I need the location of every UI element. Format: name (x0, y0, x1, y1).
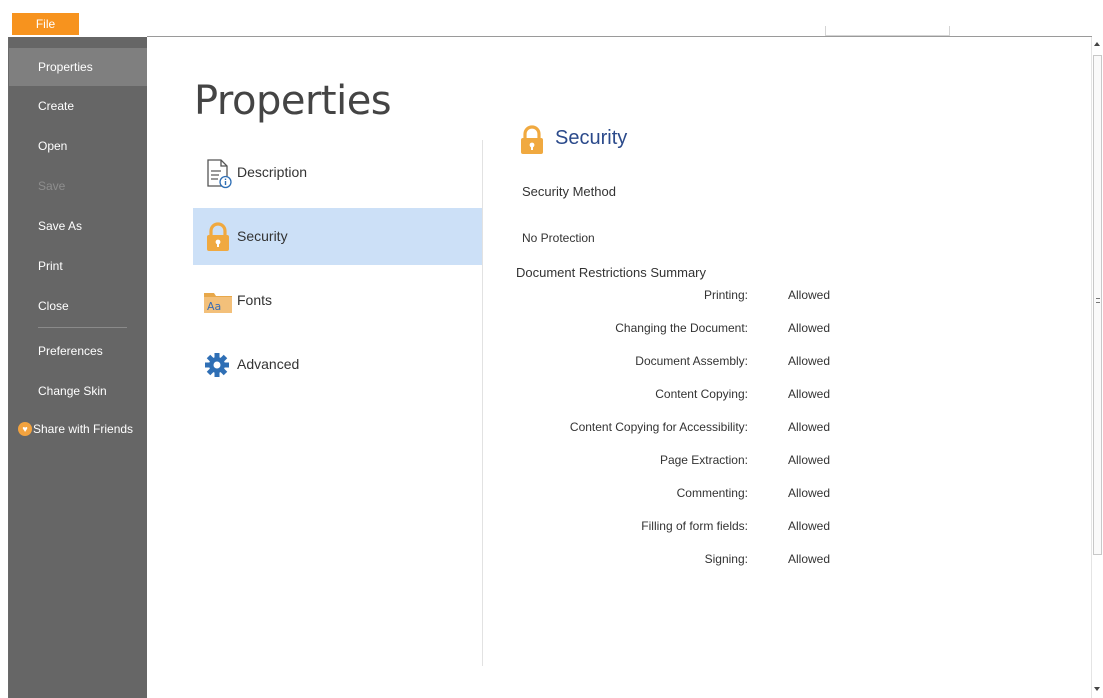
restriction-row: Page Extraction: Allowed (520, 453, 860, 471)
category-label: Advanced (237, 356, 300, 372)
scroll-up-arrow-icon[interactable] (1094, 42, 1100, 46)
restriction-name: Changing the Document: (615, 321, 748, 335)
restriction-name: Content Copying: (655, 387, 748, 401)
page-title: Properties (194, 78, 392, 124)
restriction-value: Allowed (788, 420, 831, 434)
restriction-row: Commenting: Allowed (520, 486, 860, 504)
sidebar-item-close[interactable]: Close (9, 287, 147, 325)
sidebar-item-print[interactable]: Print (9, 247, 147, 285)
category-label: Fonts (237, 292, 273, 308)
sidebar-separator (38, 327, 127, 328)
category-security[interactable]: Security (193, 208, 482, 265)
sidebar-item-change-skin[interactable]: Change Skin (9, 372, 147, 410)
category-label: Description (237, 164, 308, 180)
restriction-value: Allowed (788, 453, 831, 467)
top-search-field[interactable] (825, 26, 950, 36)
restriction-name: Signing: (704, 552, 748, 566)
category-label: Security (237, 228, 288, 244)
restriction-value: Allowed (788, 486, 831, 500)
restriction-name: Document Assembly: (635, 354, 748, 368)
top-divider (147, 36, 1092, 37)
file-tab[interactable]: File (12, 13, 79, 35)
restriction-value: Allowed (788, 321, 831, 335)
category-advanced[interactable]: Advanced (193, 336, 482, 393)
security-method-value: No Protection (522, 231, 595, 245)
heart-icon: ♥ (18, 422, 32, 436)
scrollbar-thumb[interactable] (1093, 55, 1102, 555)
restriction-name: Content Copying for Accessibility: (569, 420, 748, 434)
sidebar-item-create[interactable]: Create (9, 87, 147, 125)
restriction-value: Allowed (788, 288, 831, 302)
restriction-row: Document Assembly: Allowed (520, 354, 860, 372)
lock-icon (521, 125, 543, 154)
scroll-down-arrow-icon[interactable] (1094, 687, 1100, 691)
restriction-row: Content Copying: Allowed (520, 387, 860, 405)
svg-text:Aa: Aa (207, 300, 221, 313)
restriction-row: Changing the Document: Allowed (520, 321, 860, 339)
restriction-value: Allowed (788, 519, 831, 533)
lock-icon (207, 222, 229, 251)
gear-icon (205, 353, 229, 377)
category-fonts[interactable]: Aa Fonts (193, 272, 482, 329)
sidebar-item-open[interactable]: Open (9, 127, 147, 165)
sidebar-item-save-as[interactable]: Save As (9, 207, 147, 245)
restrictions-title: Document Restrictions Summary (516, 265, 706, 280)
restriction-name: Commenting: (676, 486, 748, 500)
scrollbar-grip-icon (1096, 298, 1100, 303)
restriction-name: Filling of form fields: (641, 519, 748, 533)
sidebar-item-label: Share with Friends (33, 422, 134, 436)
restriction-name: Page Extraction: (659, 453, 748, 467)
restriction-name: Printing: (703, 288, 748, 302)
security-heading: Security (555, 127, 628, 149)
vertical-scrollbar[interactable] (1091, 37, 1103, 698)
sidebar-item-share[interactable]: ♥ Share with Friends (9, 410, 147, 448)
backstage-sidebar: Properties Create Open Save Save As Prin… (9, 37, 147, 698)
category-description[interactable]: Description (193, 144, 482, 201)
restriction-value: Allowed (788, 387, 831, 401)
document-info-icon (207, 159, 232, 189)
restriction-row: Filling of form fields: Allowed (520, 519, 860, 537)
restriction-row: Printing: Allowed (520, 288, 860, 306)
panel-divider (482, 140, 483, 666)
fonts-icon: Aa (204, 293, 232, 313)
restriction-row: Signing: Allowed (520, 552, 860, 570)
sidebar-item-properties[interactable]: Properties (9, 48, 147, 86)
restriction-value: Allowed (788, 552, 831, 566)
restriction-row: Content Copying for Accessibility: Allow… (520, 420, 860, 438)
title-strip: File (0, 0, 1103, 37)
security-method-label: Security Method (522, 184, 616, 199)
restriction-value: Allowed (788, 354, 831, 368)
sidebar-item-save: Save (38, 179, 66, 193)
sidebar-item-preferences[interactable]: Preferences (9, 332, 147, 370)
